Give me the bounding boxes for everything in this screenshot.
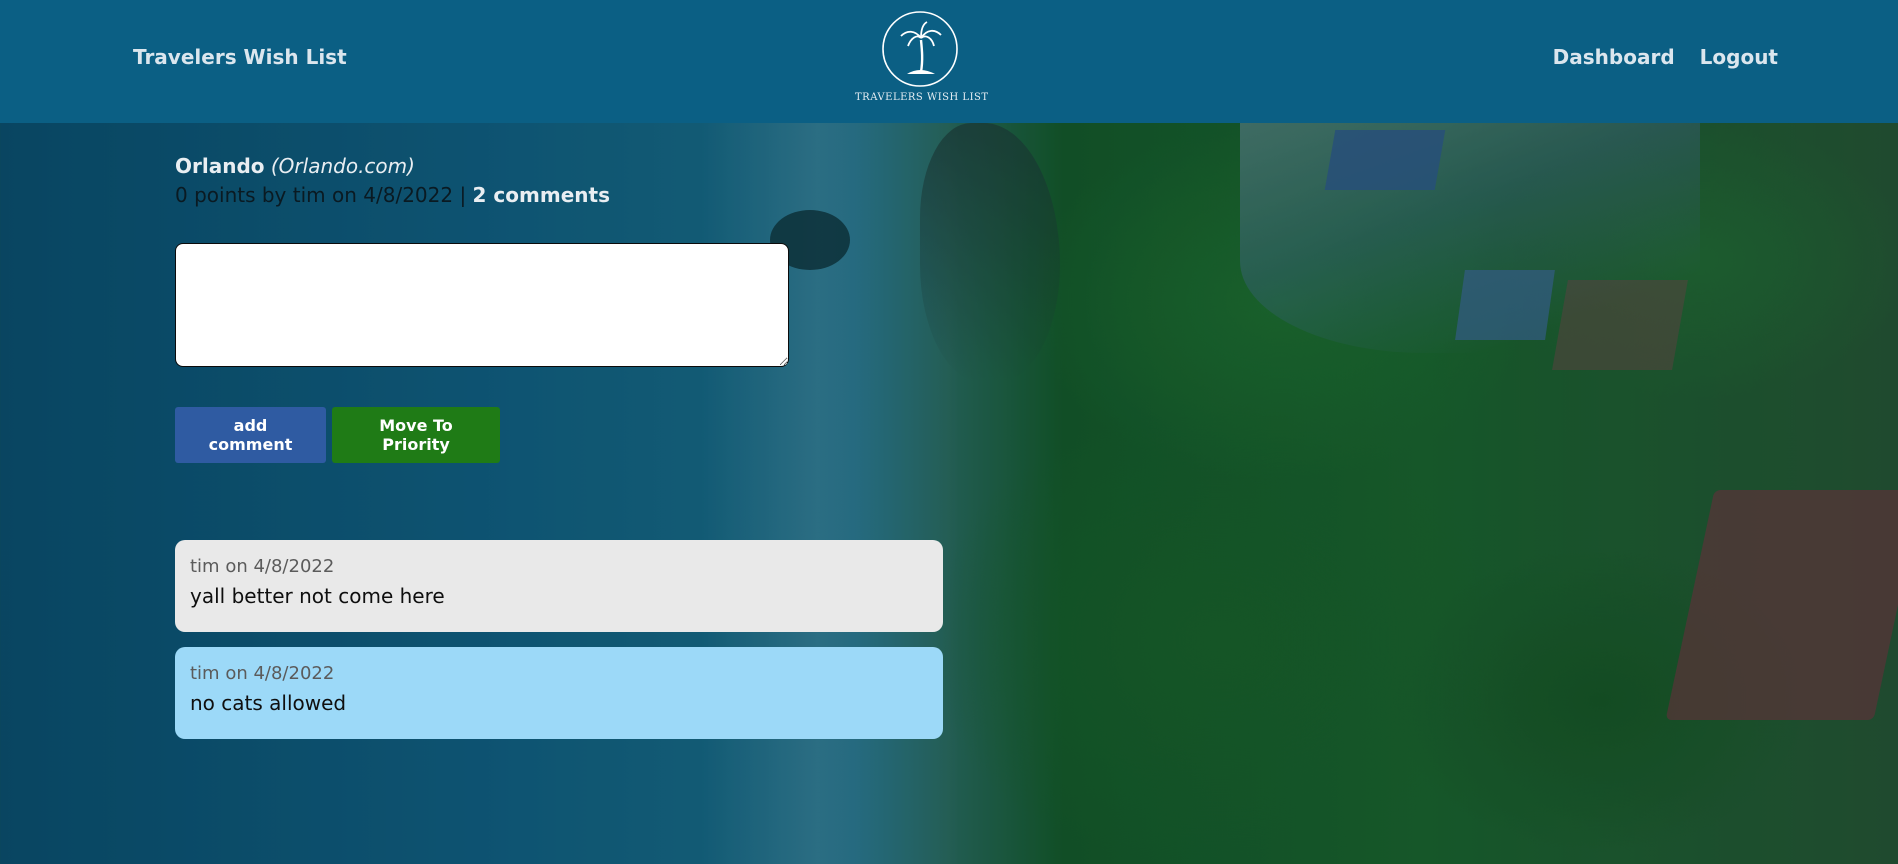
background-roof: [1552, 280, 1688, 370]
logo[interactable]: TRAVELERS WISH LIST: [855, 10, 989, 110]
add-comment-button[interactable]: add comment: [175, 407, 326, 463]
post-title[interactable]: Orlando: [175, 154, 265, 178]
navbar: Travelers Wish List TRAVELERS WISH LIST …: [0, 0, 1898, 123]
comment-meta: tim on 4/8/2022: [190, 663, 335, 684]
move-to-priority-button[interactable]: Move To Priority: [332, 407, 500, 463]
post-detail: Orlando (Orlando.com) 0 points by tim on…: [175, 153, 955, 739]
background-roof: [1455, 270, 1555, 340]
comment-text: yall better not come here: [190, 584, 445, 608]
nav-dashboard-link[interactable]: Dashboard: [1553, 45, 1675, 69]
comment-meta: tim on 4/8/2022: [190, 556, 335, 577]
comment-actions: add comment Move To Priority: [175, 407, 500, 463]
background-roof: [1324, 130, 1446, 190]
brand-link[interactable]: Travelers Wish List: [133, 45, 347, 69]
nav-links: Dashboard Logout: [1553, 45, 1778, 69]
comments-count-link[interactable]: 2 comments: [473, 183, 610, 207]
comments-list: tim on 4/8/2022 yall better not come her…: [175, 540, 943, 754]
comment-textarea[interactable]: [175, 243, 789, 367]
palm-tree-island-icon: [882, 11, 958, 87]
comment-item: tim on 4/8/2022 no cats allowed: [175, 647, 943, 739]
background-village: [1240, 123, 1700, 353]
post-domain: (Orlando.com): [270, 154, 415, 178]
logo-caption: TRAVELERS WISH LIST: [855, 92, 989, 103]
post-header: Orlando (Orlando.com): [175, 153, 955, 179]
comment-text: no cats allowed: [190, 691, 347, 715]
post-meta-text: 0 points by tim on 4/8/2022 |: [175, 183, 473, 207]
nav-logout-link[interactable]: Logout: [1700, 45, 1778, 69]
comment-item: tim on 4/8/2022 yall better not come her…: [175, 540, 943, 632]
background-roof: [1665, 490, 1898, 720]
post-meta: 0 points by tim on 4/8/2022 | 2 comments: [175, 181, 955, 209]
